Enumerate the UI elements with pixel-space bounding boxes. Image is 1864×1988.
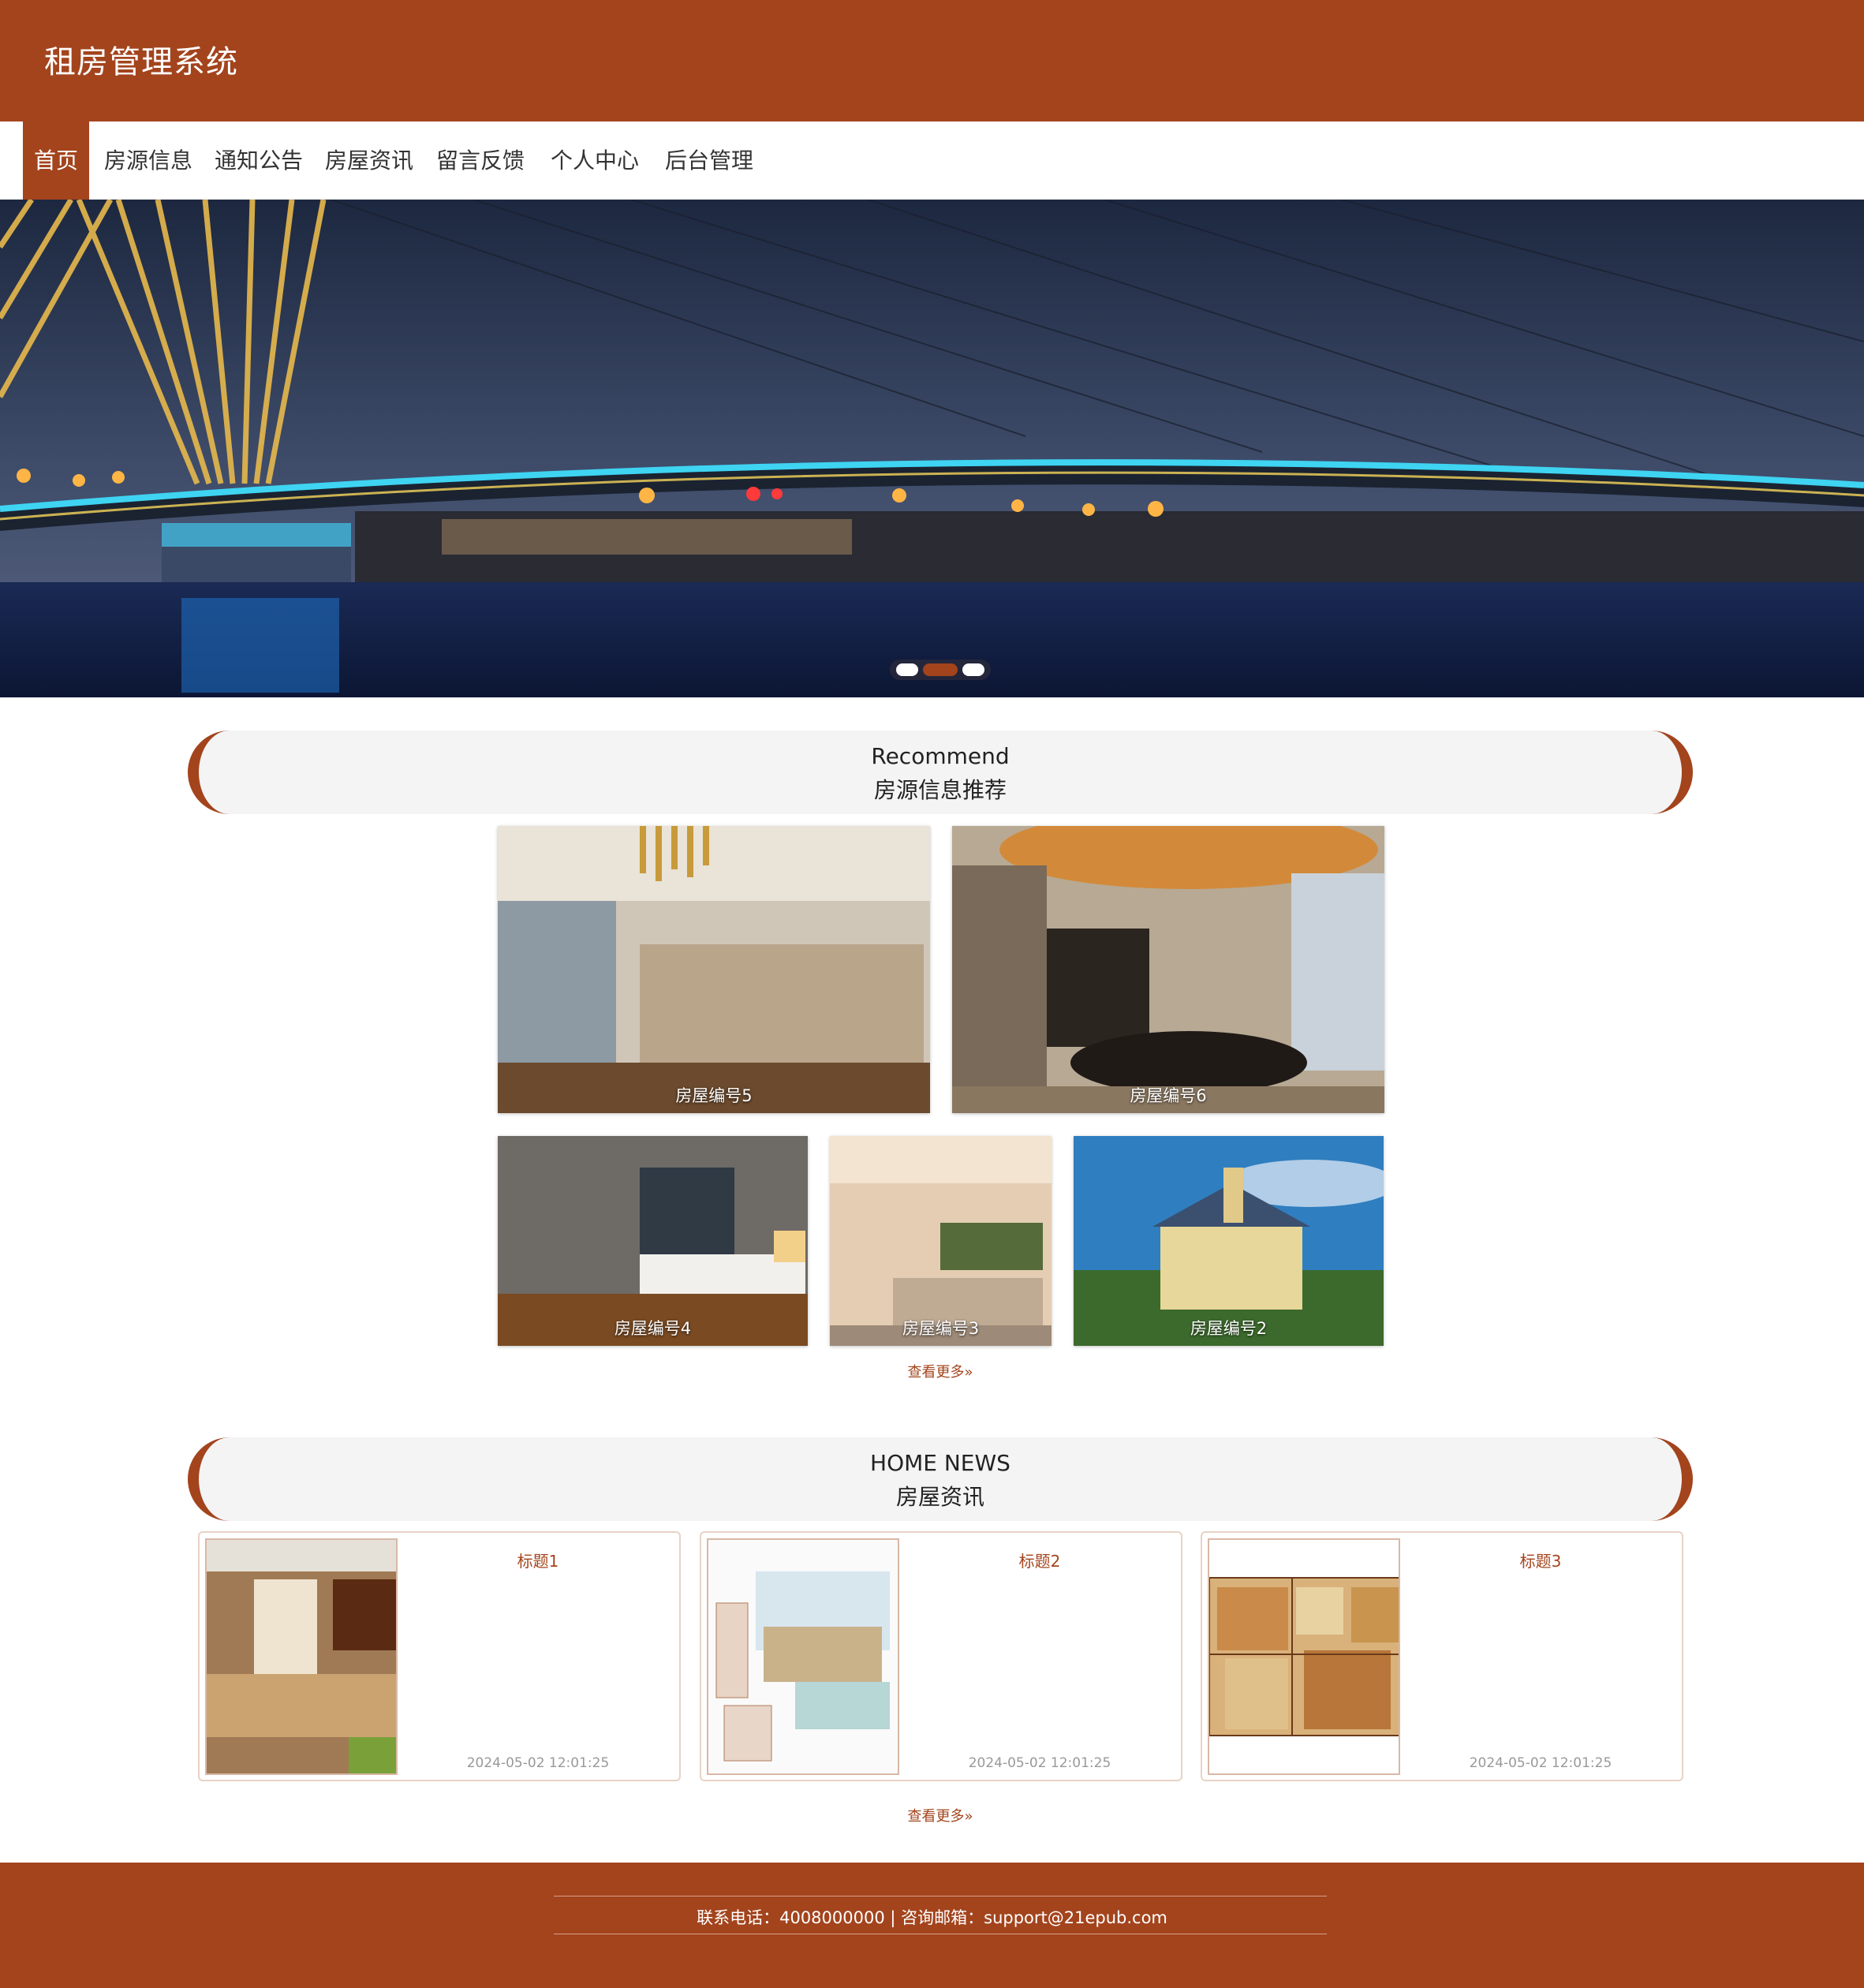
news-card[interactable]: 标题2 2024-05-02 12:01:25 bbox=[700, 1531, 1182, 1781]
listing-card[interactable]: 房屋编号4 bbox=[498, 1136, 808, 1346]
listing-photo bbox=[498, 826, 930, 1113]
recommend-more-label: 查看更多 bbox=[907, 1364, 965, 1381]
main-nav: 首页 房源信息 通知公告 房屋资讯 留言反馈 个人中心 后台管理 bbox=[0, 121, 1864, 200]
carousel-dot-2[interactable] bbox=[923, 663, 958, 676]
news-heading: HOME NEWS 房屋资讯 bbox=[188, 1437, 1693, 1521]
news-thumbnail bbox=[707, 1538, 899, 1775]
news-card[interactable]: 标题3 2024-05-02 12:01:25 bbox=[1201, 1531, 1683, 1781]
nav-item-profile[interactable]: 个人中心 bbox=[551, 121, 639, 200]
news-time: 2024-05-02 12:01:25 bbox=[968, 1755, 1111, 1771]
listing-card[interactable]: 房屋编号2 bbox=[1074, 1136, 1384, 1346]
hero-banner[interactable] bbox=[0, 200, 1864, 697]
recommend-heading-en: Recommend bbox=[871, 743, 1010, 769]
listing-card[interactable]: 房屋编号3 bbox=[830, 1136, 1052, 1346]
double-chevron-right-icon: » bbox=[964, 1808, 973, 1825]
listing-card[interactable]: 房屋编号5 bbox=[498, 826, 930, 1113]
news-title[interactable]: 标题1 bbox=[413, 1549, 663, 1571]
news-more-label: 查看更多 bbox=[907, 1808, 965, 1825]
listing-photo bbox=[952, 826, 1384, 1113]
nav-item-home[interactable]: 首页 bbox=[23, 121, 89, 200]
carousel-indicator bbox=[890, 660, 991, 680]
site-footer: 联系电话：4008000000 | 咨询邮箱：support@21epub.co… bbox=[0, 1863, 1864, 1988]
site-title: 租房管理系统 bbox=[44, 44, 238, 80]
recommend-heading-cn: 房源信息推荐 bbox=[873, 777, 1007, 803]
listing-caption: 房屋编号2 bbox=[1190, 1319, 1268, 1338]
listing-caption: 房屋编号3 bbox=[902, 1319, 980, 1338]
listing-caption: 房屋编号5 bbox=[675, 1086, 753, 1105]
listing-photo bbox=[498, 1136, 808, 1346]
news-heading-en: HOME NEWS bbox=[870, 1450, 1010, 1476]
listing-photo bbox=[1074, 1136, 1384, 1346]
listing-caption: 房屋编号6 bbox=[1130, 1086, 1207, 1105]
double-chevron-right-icon: » bbox=[964, 1364, 973, 1381]
news-title[interactable]: 标题3 bbox=[1415, 1549, 1666, 1571]
listing-card[interactable]: 房屋编号6 bbox=[952, 826, 1384, 1113]
nav-item-listings[interactable]: 房源信息 bbox=[104, 121, 192, 200]
carousel-dot-1[interactable] bbox=[896, 663, 918, 676]
footer-contact: 联系电话：4008000000 | 咨询邮箱：support@21epub.co… bbox=[697, 1908, 1167, 1927]
nav-item-feedback[interactable]: 留言反馈 bbox=[436, 121, 525, 200]
nav-item-admin[interactable]: 后台管理 bbox=[665, 121, 753, 200]
listing-caption: 房屋编号4 bbox=[614, 1319, 692, 1338]
site-header: 租房管理系统 bbox=[0, 0, 1864, 121]
news-thumbnail bbox=[1208, 1538, 1400, 1775]
carousel-dot-3[interactable] bbox=[962, 663, 984, 676]
news-title[interactable]: 标题2 bbox=[914, 1549, 1165, 1571]
listing-photo bbox=[830, 1136, 1052, 1346]
news-time: 2024-05-02 12:01:25 bbox=[466, 1755, 610, 1771]
banner-image bbox=[0, 200, 1864, 697]
news-card[interactable]: 标题1 2024-05-02 12:01:25 bbox=[198, 1531, 681, 1781]
news-time: 2024-05-02 12:01:25 bbox=[1469, 1755, 1612, 1771]
nav-item-notices[interactable]: 通知公告 bbox=[215, 121, 303, 200]
recommend-more-link[interactable]: 查看更多» bbox=[893, 1361, 988, 1381]
nav-item-news[interactable]: 房屋资讯 bbox=[325, 121, 413, 200]
news-more-link[interactable]: 查看更多» bbox=[893, 1805, 988, 1825]
news-thumbnail bbox=[205, 1538, 398, 1775]
news-heading-cn: 房屋资讯 bbox=[895, 1484, 984, 1510]
recommend-heading: Recommend 房源信息推荐 bbox=[188, 731, 1693, 814]
